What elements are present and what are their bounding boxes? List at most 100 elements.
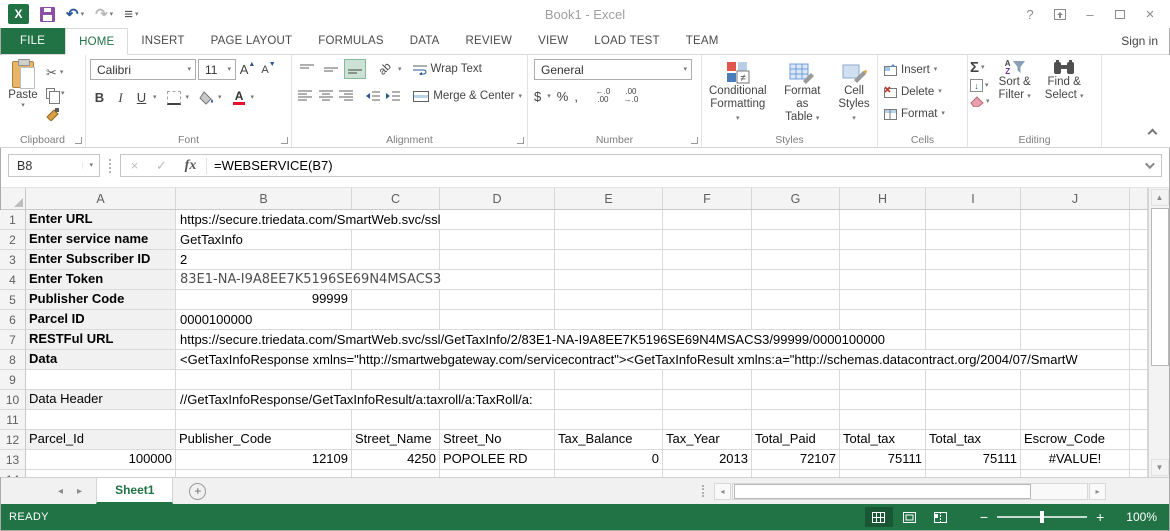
expand-formula-bar-button[interactable] — [1135, 162, 1161, 169]
cell-E3[interactable] — [555, 250, 663, 270]
horizontal-scroll-track[interactable] — [732, 483, 1088, 500]
cell-styles-button[interactable]: Cell Styles ▾ — [833, 58, 875, 132]
tab-file[interactable]: FILE — [0, 28, 65, 54]
sort-filter-button[interactable]: AZ Sort & Filter ▾ — [994, 58, 1036, 132]
cell-text-B7[interactable]: https://secure.triedata.com/SmartWeb.svc… — [177, 330, 888, 349]
cell-C3[interactable] — [352, 250, 440, 270]
vertical-scrollbar[interactable]: ▲ ▼ — [1148, 188, 1170, 477]
cut-button[interactable]: ✂▾ — [44, 64, 67, 80]
ribbon-display-options-button[interactable] — [1054, 9, 1066, 20]
cell-A2[interactable]: Enter service name — [26, 230, 176, 250]
number-format-select[interactable]: General▾ — [534, 59, 692, 80]
cell-J1[interactable] — [1021, 210, 1130, 230]
save-button[interactable] — [40, 7, 55, 22]
column-header-J[interactable]: J — [1021, 188, 1130, 209]
cell-K9[interactable] — [1130, 370, 1148, 390]
cell-A9[interactable] — [26, 370, 176, 390]
cell-J11[interactable] — [1021, 410, 1130, 430]
cell-H3[interactable] — [840, 250, 926, 270]
merge-center-button[interactable]: Merge & Center ▾ — [412, 86, 523, 106]
cell-C14[interactable] — [352, 470, 440, 477]
cell-B11[interactable] — [176, 410, 352, 430]
cell-D12[interactable]: Street_No — [440, 430, 555, 450]
cell-I13[interactable]: 75111 — [926, 450, 1021, 470]
cell-C9[interactable] — [352, 370, 440, 390]
comma-style-button[interactable]: , — [574, 89, 578, 104]
cell-A12[interactable]: Parcel_Id — [26, 430, 176, 450]
cell-F1[interactable] — [663, 210, 752, 230]
cell-A10[interactable]: Data Header — [26, 390, 176, 410]
sign-in-link[interactable]: Sign in — [1121, 28, 1170, 54]
cell-B12[interactable]: Publisher_Code — [176, 430, 352, 450]
cell-J5[interactable] — [1021, 290, 1130, 310]
column-header-A[interactable]: A — [26, 188, 176, 209]
align-bottom-button[interactable] — [344, 59, 366, 79]
undo-button[interactable]: ↶▾ — [66, 7, 84, 22]
cell-H2[interactable] — [840, 230, 926, 250]
column-header-partial[interactable] — [1130, 188, 1148, 209]
cell-K14[interactable] — [1130, 470, 1148, 477]
cell-B13[interactable]: 12109 — [176, 450, 352, 470]
tab-insert[interactable]: INSERT — [128, 28, 197, 54]
cell-text-B4[interactable]: 83E1-NA-I9A8EE7K5196SE69N4MSACS3 — [177, 270, 444, 289]
tab-page-layout[interactable]: PAGE LAYOUT — [198, 28, 306, 54]
row-header-14[interactable]: 14 — [0, 470, 26, 477]
cell-K1[interactable] — [1130, 210, 1148, 230]
fill-button[interactable]: ↓▾ — [970, 79, 990, 92]
align-left-button[interactable] — [296, 86, 314, 106]
cell-G3[interactable] — [752, 250, 840, 270]
orientation-dropdown-icon[interactable]: ▾ — [398, 66, 402, 73]
cell-G4[interactable] — [752, 270, 840, 290]
font-size-select[interactable]: 11▾ — [198, 59, 236, 80]
minimize-button[interactable]: – — [1084, 7, 1096, 22]
cell-A5[interactable]: Publisher Code — [26, 290, 176, 310]
cell-H4[interactable] — [840, 270, 926, 290]
cell-A1[interactable]: Enter URL — [26, 210, 176, 230]
cell-I3[interactable] — [926, 250, 1021, 270]
zoom-level[interactable]: 100% — [1113, 510, 1170, 524]
cell-H9[interactable] — [840, 370, 926, 390]
cell-text-B2[interactable]: GetTaxInfo — [177, 230, 246, 249]
tab-view[interactable]: VIEW — [525, 28, 581, 54]
cell-E4[interactable] — [555, 270, 663, 290]
cell-K4[interactable] — [1130, 270, 1148, 290]
font-name-select[interactable]: Calibri▾ — [90, 59, 196, 80]
cell-I6[interactable] — [926, 310, 1021, 330]
cell-C12[interactable]: Street_Name — [352, 430, 440, 450]
fill-color-button[interactable] — [197, 87, 216, 108]
cell-D1[interactable] — [440, 210, 555, 230]
cell-text-B3[interactable]: 2 — [177, 250, 190, 269]
cell-F9[interactable] — [663, 370, 752, 390]
close-button[interactable]: × — [1144, 6, 1156, 23]
cell-G10[interactable] — [752, 390, 840, 410]
grow-font-button[interactable]: A▲ — [238, 59, 257, 80]
row-header-4[interactable]: 4 — [0, 270, 26, 290]
cancel-button[interactable]: × — [121, 158, 148, 173]
cell-E10[interactable] — [555, 390, 663, 410]
cell-I10[interactable] — [926, 390, 1021, 410]
cell-I2[interactable] — [926, 230, 1021, 250]
cell-F6[interactable] — [663, 310, 752, 330]
cell-B3[interactable] — [176, 250, 352, 270]
cell-D5[interactable] — [440, 290, 555, 310]
next-sheet-button[interactable]: ▸ — [77, 486, 82, 497]
sheet-tab-sheet1[interactable]: Sheet1 — [96, 478, 173, 504]
zoom-in-button[interactable]: + — [1087, 510, 1113, 524]
cell-text-B10[interactable]: //GetTaxInfoResponse/GetTaxInfoResult/a:… — [177, 390, 536, 409]
cell-D13[interactable]: POPOLEE RD — [440, 450, 555, 470]
normal-view-button[interactable] — [865, 507, 893, 527]
cell-K7[interactable] — [1130, 330, 1148, 350]
tab-data[interactable]: DATA — [397, 28, 453, 54]
insert-cells-button[interactable]: Insert ▾ — [880, 60, 965, 79]
align-middle-button[interactable] — [320, 59, 342, 79]
cell-D14[interactable] — [440, 470, 555, 477]
cell-J13[interactable]: #VALUE! — [1021, 450, 1130, 470]
row-header-7[interactable]: 7 — [0, 330, 26, 350]
cell-E1[interactable] — [555, 210, 663, 230]
cell-K8[interactable] — [1130, 350, 1148, 370]
horizontal-scroll-thumb[interactable] — [734, 484, 1031, 499]
align-top-button[interactable] — [296, 59, 318, 79]
tab-load-test[interactable]: LOAD TEST — [581, 28, 673, 54]
cell-G5[interactable] — [752, 290, 840, 310]
cell-A4[interactable]: Enter Token — [26, 270, 176, 290]
